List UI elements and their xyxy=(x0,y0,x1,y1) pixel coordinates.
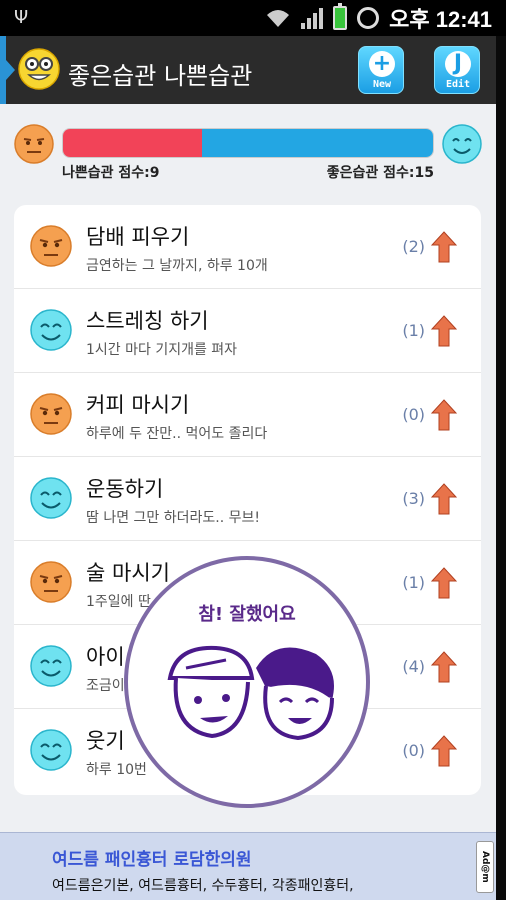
bad-score-label: 나쁜습관 점수:9 xyxy=(62,165,160,181)
habit-desc: 하루 10번 xyxy=(86,762,147,778)
arrow-up-icon[interactable] xyxy=(430,399,458,431)
kids-illustration-icon xyxy=(167,645,334,741)
habit-name: 술 마시기 xyxy=(86,561,170,585)
ad-banner[interactable]: 여드름 패인흉터 로담한의원 여드름은기본, 여드름흉터, 수두흉터, 각종패인… xyxy=(0,832,496,900)
praise-stamp[interactable]: 참! 잘했어요 xyxy=(124,556,370,808)
habit-row[interactable]: 담배 피우기 금연하는 그 날까지, 하루 10개 (2) xyxy=(14,205,481,289)
ad-title[interactable]: 여드름 패인흉터 로담한의원 xyxy=(52,845,252,870)
habit-face-icon xyxy=(30,225,72,267)
habit-name: 아이 xyxy=(86,645,125,669)
new-button-label: New xyxy=(372,79,392,90)
status-icons: 오후 12:41 xyxy=(265,3,492,32)
title-bar: 좋은습관 나쁜습관 + New J Edit xyxy=(0,36,496,104)
good-score-fill xyxy=(201,129,433,157)
title-accent-notch xyxy=(6,60,15,80)
stamp-text: 참! 잘했어요 xyxy=(198,604,296,625)
score-panel: 나쁜습관 점수:9 좋은습관 점수:15 xyxy=(0,104,496,194)
habit-desc: 금연하는 그 날까지, 하루 10개 xyxy=(86,258,268,274)
arrow-up-icon[interactable] xyxy=(430,567,458,599)
habit-name: 담배 피우기 xyxy=(86,225,190,249)
habit-face-icon xyxy=(30,309,72,351)
habit-count: (2) xyxy=(402,237,425,256)
new-habit-button[interactable]: + New xyxy=(358,46,404,94)
arrow-up-icon[interactable] xyxy=(430,735,458,767)
alarm-icon xyxy=(357,7,380,29)
ad-badge: Ad@m xyxy=(476,841,494,893)
habit-face-icon xyxy=(30,729,72,771)
good-score-label: 좋은습관 점수:15 xyxy=(326,165,434,181)
edit-button[interactable]: J Edit xyxy=(434,46,480,94)
habit-name: 스트레칭 하기 xyxy=(86,309,209,333)
habit-count: (1) xyxy=(402,573,425,592)
status-bar: Ψ 오후 12:41 xyxy=(0,0,506,36)
scroll-edge xyxy=(496,36,506,900)
habit-desc: 1시간 마다 기지개를 펴자 xyxy=(86,342,238,358)
bad-score-fill xyxy=(63,129,202,157)
ad-description: 여드름은기본, 여드름흉터, 수두흉터, 각종패인흉터, xyxy=(52,878,354,894)
smiley-glasses-icon xyxy=(18,48,60,90)
bad-face-icon xyxy=(14,124,54,164)
arrow-up-icon[interactable] xyxy=(430,651,458,683)
habit-face-icon xyxy=(30,393,72,435)
habit-desc: 땀 나면 그만 하더라도.. 무브! xyxy=(86,510,260,526)
usb-icon: Ψ xyxy=(14,7,29,28)
habit-desc: 하루에 두 잔만.. 먹어도 졸리다 xyxy=(86,426,268,442)
edit-button-label: Edit xyxy=(445,79,471,90)
score-bar xyxy=(62,128,434,158)
arrow-up-icon[interactable] xyxy=(430,315,458,347)
status-clock: 오후 12:41 xyxy=(389,7,492,32)
habit-name: 운동하기 xyxy=(86,477,164,501)
good-face-icon xyxy=(442,124,482,164)
habit-count: (0) xyxy=(402,405,425,424)
habit-desc: 조금이 xyxy=(86,678,125,694)
edit-j-icon: J xyxy=(445,51,471,77)
habit-name: 커피 마시기 xyxy=(86,393,190,417)
habit-face-icon xyxy=(30,477,72,519)
habit-count: (4) xyxy=(402,657,425,676)
habit-face-icon xyxy=(30,561,72,603)
signal-icon xyxy=(301,7,324,29)
battery-icon xyxy=(333,3,348,30)
habit-count: (0) xyxy=(402,741,425,760)
habit-count: (3) xyxy=(402,489,425,508)
habit-row[interactable]: 커피 마시기 하루에 두 잔만.. 먹어도 졸리다 (0) xyxy=(14,373,481,457)
plus-icon: + xyxy=(369,51,395,77)
habit-row[interactable]: 스트레칭 하기 1시간 마다 기지개를 펴자 (1) xyxy=(14,289,481,373)
habit-count: (1) xyxy=(402,321,425,340)
habit-row[interactable]: 운동하기 땀 나면 그만 하더라도.. 무브! (3) xyxy=(14,457,481,541)
arrow-up-icon[interactable] xyxy=(430,483,458,515)
habit-face-icon xyxy=(30,645,72,687)
arrow-up-icon[interactable] xyxy=(430,231,458,263)
habit-name: 웃기 xyxy=(86,729,125,753)
app-title: 좋은습관 나쁜습관 xyxy=(68,62,253,90)
wifi-icon xyxy=(267,10,290,27)
